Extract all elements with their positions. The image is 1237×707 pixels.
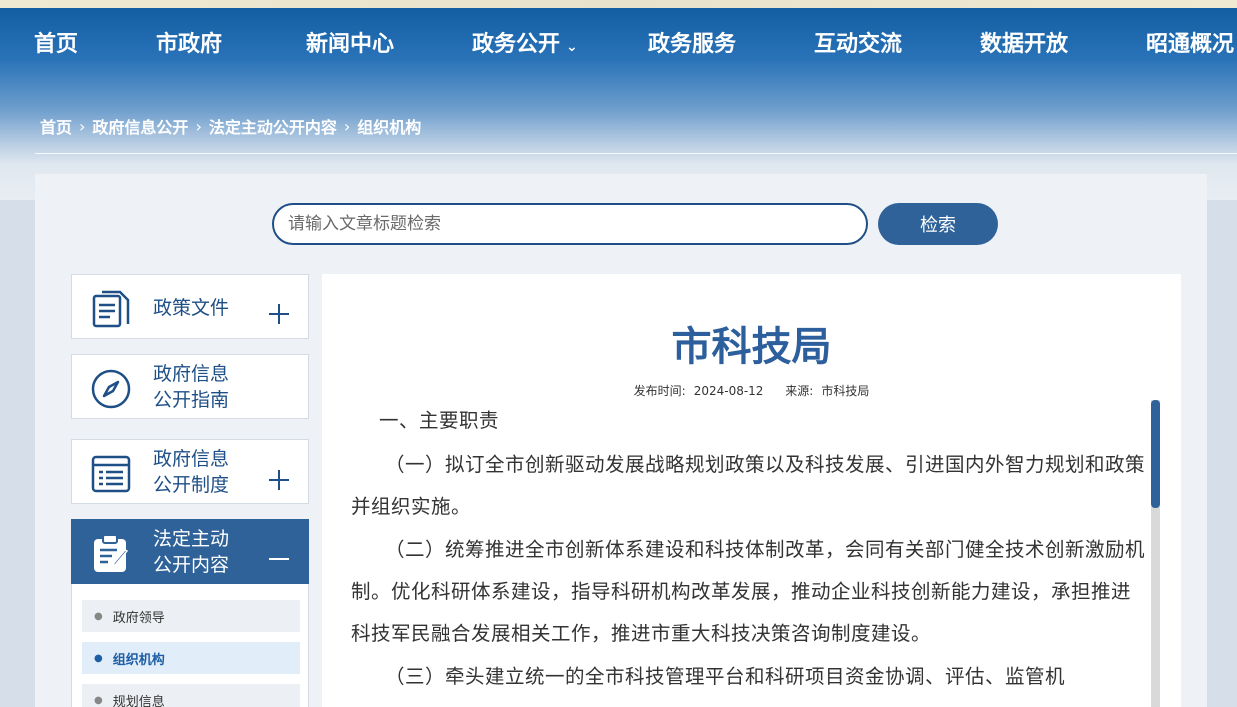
nav-news-center[interactable]: 新闻中心 bbox=[306, 26, 394, 58]
plus-icon[interactable] bbox=[268, 303, 290, 325]
article-heading-duties: 一、主要职责 bbox=[379, 409, 500, 432]
sidebar-subitem-planning[interactable]: ● 规划信息 bbox=[82, 684, 300, 707]
bullet-icon: ● bbox=[94, 652, 103, 664]
search-input[interactable] bbox=[272, 203, 868, 245]
nav-zhaotong-overview[interactable]: 昭通概况 bbox=[1146, 26, 1234, 58]
source-label: 来源: bbox=[785, 384, 814, 398]
chevron-right-icon: › bbox=[79, 116, 86, 136]
chevron-right-icon: › bbox=[195, 116, 202, 136]
nav-home[interactable]: 首页 bbox=[34, 26, 78, 58]
minus-icon[interactable] bbox=[268, 548, 290, 570]
plus-icon[interactable] bbox=[268, 469, 290, 491]
sidebar-card-label: 政府信息 公开制度 bbox=[153, 446, 229, 498]
nav-label: 政务公开 bbox=[472, 32, 561, 57]
source-value: 市科技局 bbox=[821, 384, 870, 398]
label-line-2: 公开内容 bbox=[153, 554, 230, 576]
sidebar-card-statutory-content[interactable]: 法定主动 公开内容 bbox=[71, 519, 309, 584]
sidebar-card-policy-documents[interactable]: 政策文件 bbox=[71, 274, 309, 339]
breadcrumb-divider bbox=[35, 153, 1237, 154]
breadcrumb-gov-info[interactable]: 政府信息公开 bbox=[92, 114, 188, 138]
breadcrumb-current[interactable]: 组织机构 bbox=[357, 114, 421, 138]
article-paragraph: （二）统筹推进全市创新体系建设和科技体制改革，会同有关部门健全技术创新激励机制。… bbox=[351, 538, 1146, 645]
publish-label: 发布时间: bbox=[633, 384, 686, 398]
sidebar-card-label: 政策文件 bbox=[153, 297, 230, 319]
breadcrumb: 首页 › 政府信息公开 › 法定主动公开内容 › 组织机构 bbox=[40, 114, 421, 138]
scrollbar-thumb[interactable] bbox=[1151, 400, 1160, 508]
breadcrumb-home[interactable]: 首页 bbox=[40, 114, 72, 138]
sidebar-subitem-gov-leaders[interactable]: ● 政府领导 bbox=[82, 600, 300, 632]
bullet-icon: ● bbox=[94, 694, 103, 706]
main-nav: 首页 市政府 新闻中心 政务公开 ⌄ 政务服务 互动交流 数据开放 昭通概况 bbox=[0, 8, 1237, 74]
compass-icon bbox=[91, 369, 131, 409]
nav-government-affairs-open[interactable]: 政务公开 ⌄ bbox=[472, 26, 578, 58]
label-line-2: 公开指南 bbox=[153, 389, 230, 411]
sidebar-card-info-guide[interactable]: 政府信息 公开指南 bbox=[71, 354, 309, 419]
chevron-right-icon: › bbox=[343, 116, 351, 136]
search-button[interactable]: 检索 bbox=[878, 203, 998, 245]
banner-top-strip bbox=[0, 0, 1237, 8]
sidebar-card-label: 法定主动 公开内容 bbox=[153, 526, 229, 578]
article-paragraph: （一）拟订全市创新驱动发展战略规划政策以及科技发展、引进国内外智力规划和政策并组… bbox=[351, 453, 1146, 518]
list-icon bbox=[91, 455, 131, 493]
article-paragraph: （三）牵头建立统一的全市科技管理平台和科研项目资金协调、评估、监管机 bbox=[385, 665, 1066, 688]
nav-interaction[interactable]: 互动交流 bbox=[814, 26, 902, 58]
subitem-label: 政府领导 bbox=[112, 610, 165, 626]
label-line-1: 法定主动 bbox=[153, 528, 230, 550]
nav-government-services[interactable]: 政务服务 bbox=[648, 26, 736, 58]
document-icon bbox=[92, 290, 130, 328]
nav-open-data[interactable]: 数据开放 bbox=[980, 26, 1068, 58]
subitem-label: 组织机构 bbox=[112, 652, 165, 668]
sidebar-card-label: 政府信息 公开指南 bbox=[153, 361, 229, 413]
label-line-1: 政府信息 bbox=[153, 363, 230, 385]
article-meta: 发布时间: 2024-08-12 来源: 市科技局 bbox=[322, 382, 1181, 399]
bullet-icon: ● bbox=[94, 610, 103, 622]
label-line-1: 政府信息 bbox=[153, 448, 230, 470]
subitem-label: 规划信息 bbox=[112, 694, 165, 707]
breadcrumb-statutory[interactable]: 法定主动公开内容 bbox=[209, 114, 337, 138]
nav-city-government[interactable]: 市政府 bbox=[156, 26, 222, 58]
sidebar-card-info-system[interactable]: 政府信息 公开制度 bbox=[71, 439, 309, 504]
clipboard-icon bbox=[94, 534, 129, 572]
chevron-down-icon: ⌄ bbox=[566, 39, 578, 55]
publish-date: 2024-08-12 bbox=[693, 384, 764, 398]
label-line-2: 公开制度 bbox=[153, 474, 230, 496]
article-title: 市科技局 bbox=[671, 324, 832, 370]
sidebar-subitem-organization[interactable]: ● 组织机构 bbox=[82, 642, 300, 674]
